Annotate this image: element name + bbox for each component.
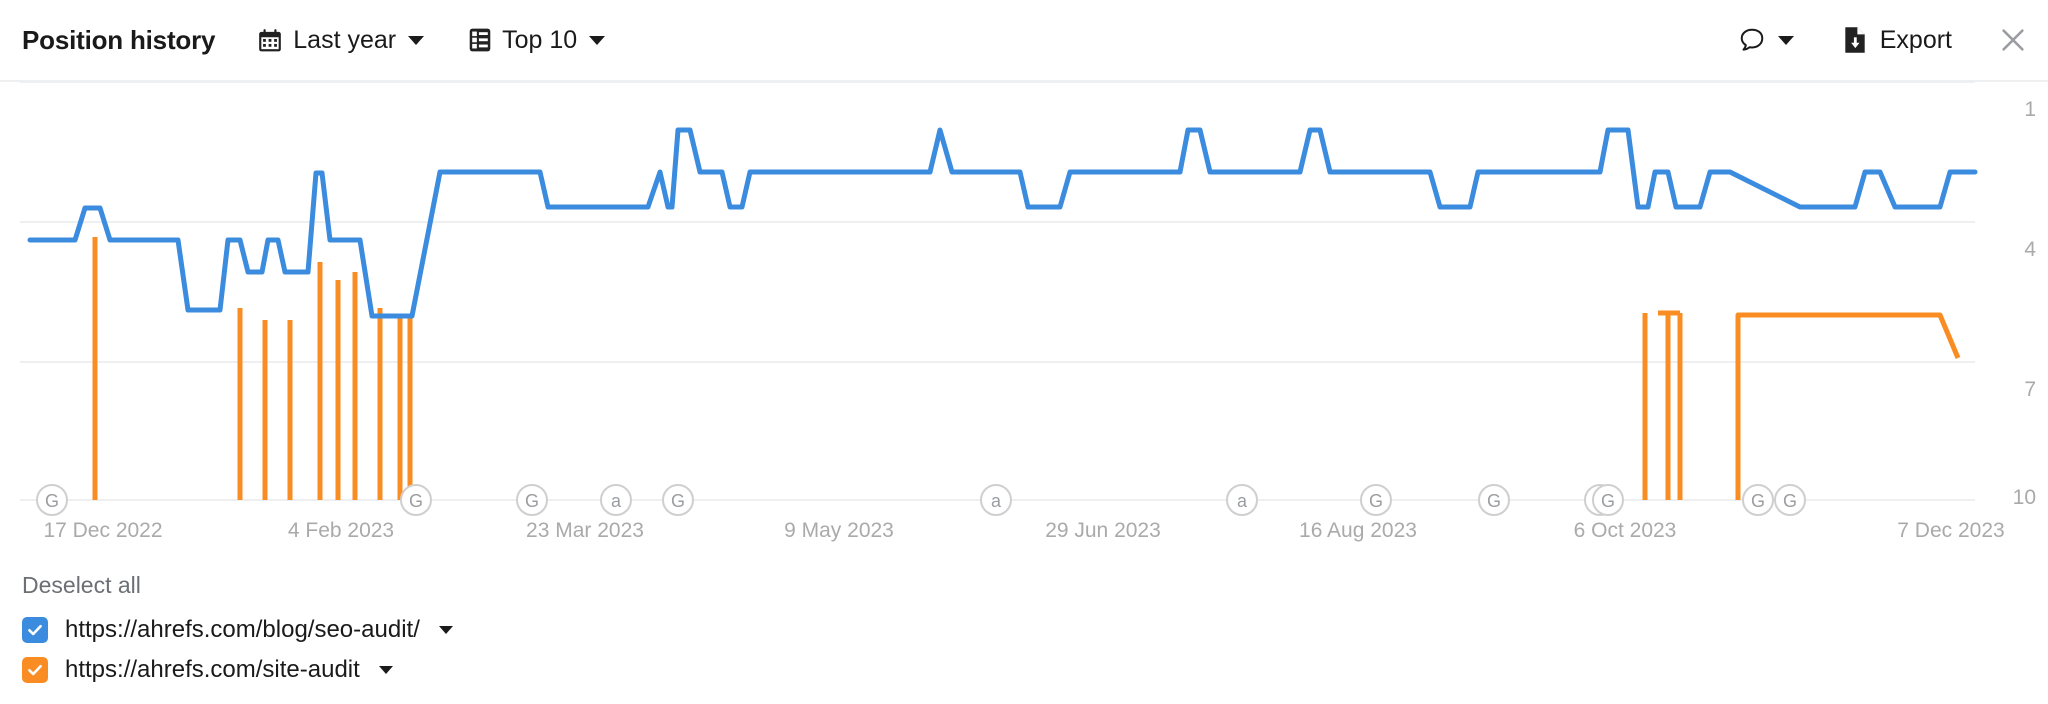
x-axis-tick: 6 Oct 2023 [1573, 519, 1677, 542]
panel-header: Position history Last year Top 10 Export [0, 0, 2048, 82]
list-item[interactable]: https://ahrefs.com/blog/seo-audit/ [22, 616, 1022, 644]
series-site-audit [92, 237, 1961, 500]
x-axis-tick: 7 Dec 2023 [1897, 519, 2005, 542]
update-marker-label: G [1369, 491, 1383, 511]
y-axis-tick: 7 [2024, 378, 2036, 401]
chevron-down-icon [589, 35, 606, 45]
header-actions: Export [1738, 25, 2028, 55]
legend-checkbox-site-audit[interactable] [22, 657, 48, 683]
x-axis-tick: 17 Dec 2022 [43, 519, 163, 542]
update-marker-label: G [45, 491, 59, 511]
legend-checkbox-blog-seo-audit[interactable] [22, 617, 48, 643]
close-button[interactable] [1998, 25, 2028, 55]
x-axis-tick: 4 Feb 2023 [287, 519, 395, 542]
date-range-dropdown[interactable]: Last year [257, 25, 425, 55]
chevron-down-icon[interactable] [378, 666, 393, 674]
deselect-all-link[interactable]: Deselect all [22, 572, 141, 599]
chart-canvas[interactable]: GGGaGaaGGGGGG [0, 82, 2048, 560]
update-marker-label: G [1487, 491, 1501, 511]
list-item[interactable]: https://ahrefs.com/site-audit [22, 656, 1022, 684]
update-marker-label: a [611, 491, 622, 511]
y-axis-tick: 4 [2024, 238, 2036, 261]
position-history-panel: Position history Last year Top 10 Export… [0, 0, 2048, 704]
comment-icon [1738, 26, 1766, 54]
chart-legend: Deselect all https://ahrefs.com/blog/seo… [22, 572, 1022, 696]
position-filter-label: Top 10 [502, 25, 578, 54]
update-marker-label: G [1783, 491, 1797, 511]
check-icon [28, 664, 42, 676]
update-marker-label: a [991, 491, 1002, 511]
x-axis-tick: 23 Mar 2023 [526, 519, 644, 542]
update-marker-label: G [671, 491, 685, 511]
chevron-down-icon [1777, 35, 1794, 45]
chevron-down-icon [408, 35, 425, 45]
update-marker-label: a [1237, 491, 1248, 511]
update-marker-label: G [409, 491, 423, 511]
position-history-chart[interactable]: GGGaGaaGGGGGG 14710 17 Dec 20224 Feb 202… [0, 82, 2048, 560]
date-range-label: Last year [293, 25, 397, 54]
x-axis-tick: 16 Aug 2023 [1299, 519, 1417, 542]
close-icon [2002, 29, 2024, 51]
x-axis-tick: 9 May 2023 [784, 519, 894, 542]
list-icon [468, 27, 492, 53]
export-button[interactable]: Export [1842, 26, 1952, 55]
update-marker-label: G [525, 491, 539, 511]
legend-label[interactable]: https://ahrefs.com/blog/seo-audit/ [65, 616, 420, 644]
legend-label[interactable]: https://ahrefs.com/site-audit [65, 656, 360, 684]
download-file-icon [1842, 26, 1868, 54]
annotations-dropdown[interactable] [1738, 26, 1794, 54]
export-label: Export [1879, 25, 1952, 54]
y-axis-tick: 10 [2012, 486, 2036, 509]
position-filter-dropdown[interactable]: Top 10 [468, 25, 606, 55]
y-axis-tick: 1 [2024, 98, 2036, 121]
series-line-site-audit [1735, 312, 1961, 500]
update-marker-label: G [1601, 491, 1615, 511]
update-marker-label: G [1751, 491, 1765, 511]
check-icon [28, 624, 42, 636]
calendar-icon [257, 27, 283, 54]
chevron-down-icon[interactable] [438, 626, 453, 634]
x-axis-tick: 29 Jun 2023 [1045, 519, 1161, 542]
page-title: Position history [22, 24, 216, 55]
